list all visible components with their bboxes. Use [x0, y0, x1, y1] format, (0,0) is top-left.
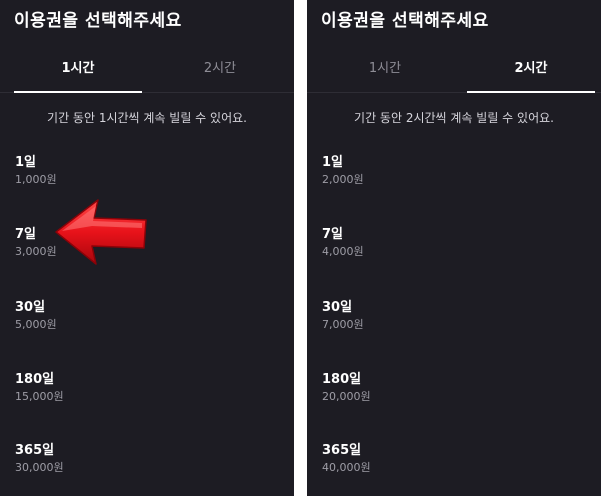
plan-365-day[interactable]: 365일 30,000원	[15, 439, 275, 483]
plan-180-day[interactable]: 180일 20,000원	[322, 368, 582, 412]
plan-30-day[interactable]: 30일 7,000원	[322, 296, 582, 340]
duration-tabs: 1시간 2시간	[307, 54, 601, 93]
plan-price: 2,000원	[322, 173, 364, 186]
plan-price: 3,000원	[15, 245, 57, 258]
plan-price: 7,000원	[322, 318, 364, 331]
tab-1-hour[interactable]: 1시간	[321, 54, 449, 92]
page-title: 이용권을 선택해주세요	[14, 11, 182, 31]
plan-price: 5,000원	[15, 318, 57, 331]
plan-name: 7일	[322, 227, 344, 242]
plan-name: 180일	[322, 372, 362, 387]
rental-notice: 기간 동안 2시간씩 계속 빌릴 수 있어요.	[354, 111, 554, 125]
plan-price: 4,000원	[322, 245, 364, 258]
plan-price: 1,000원	[15, 173, 57, 186]
plan-price: 20,000원	[322, 390, 371, 403]
plan-180-day[interactable]: 180일 15,000원	[15, 368, 275, 412]
pass-select-panel-2h: 이용권을 선택해주세요 1시간 2시간 기간 동안 2시간씩 계속 빌릴 수 있…	[307, 0, 601, 496]
tab-2-hour[interactable]: 2시간	[467, 54, 595, 93]
plan-name: 7일	[15, 227, 37, 242]
pass-select-panel-1h: 이용권을 선택해주세요 1시간 2시간 기간 동안 1시간씩 계속 빌릴 수 있…	[0, 0, 294, 496]
plan-name: 1일	[322, 155, 344, 170]
plan-1-day[interactable]: 1일 2,000원	[322, 151, 582, 195]
page-title: 이용권을 선택해주세요	[321, 11, 489, 31]
plan-price: 40,000원	[322, 461, 371, 474]
tab-1-hour[interactable]: 1시간	[14, 54, 142, 93]
screenshot-canvas: 이용권을 선택해주세요 1시간 2시간 기간 동안 1시간씩 계속 빌릴 수 있…	[0, 0, 601, 496]
plan-name: 365일	[322, 443, 362, 458]
plan-365-day[interactable]: 365일 40,000원	[322, 439, 582, 483]
plan-name: 180일	[15, 372, 55, 387]
plan-1-day[interactable]: 1일 1,000원	[15, 151, 275, 195]
plan-7-day[interactable]: 7일 4,000원	[322, 223, 582, 267]
duration-tabs: 1시간 2시간	[0, 54, 294, 93]
plan-name: 1일	[15, 155, 37, 170]
plan-price: 15,000원	[15, 390, 64, 403]
panel-divider	[294, 0, 307, 496]
tab-2-hour[interactable]: 2시간	[156, 54, 284, 92]
plan-price: 30,000원	[15, 461, 64, 474]
plan-name: 365일	[15, 443, 55, 458]
plan-name: 30일	[15, 300, 46, 315]
red-arrow-icon	[55, 199, 147, 265]
plan-name: 30일	[322, 300, 353, 315]
plan-30-day[interactable]: 30일 5,000원	[15, 296, 275, 340]
rental-notice: 기간 동안 1시간씩 계속 빌릴 수 있어요.	[47, 111, 247, 125]
